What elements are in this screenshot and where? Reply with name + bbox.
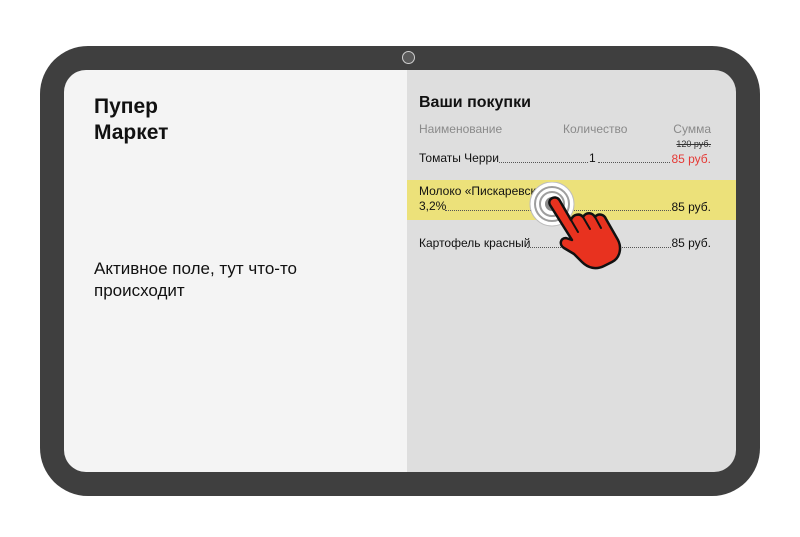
cart-title: Ваши покупки [419, 94, 531, 111]
column-header-name: Наименование [419, 122, 503, 136]
column-header-sum: Сумма [673, 122, 711, 136]
dotted-leader [499, 162, 588, 163]
item-name: Картофель красный [419, 236, 531, 250]
item-qty: 1 [589, 151, 596, 165]
store-title: Пупер Маркет [94, 95, 169, 144]
item-name: Томаты Черри [419, 151, 499, 165]
cart-item-tomatoes[interactable]: Томаты Черри 1 120 руб. 85 руб. [419, 138, 711, 168]
column-header-qty: Количество [563, 122, 628, 136]
camera-icon [402, 51, 415, 64]
item-price: 85 руб. [671, 200, 711, 214]
tablet-frame: Пупер Маркет Активное поле, тут что-то п… [40, 46, 760, 496]
active-field-text: Активное поле, тут что-то происходит [94, 259, 298, 300]
store-panel: Пупер Маркет Активное поле, тут что-то п… [64, 70, 407, 472]
item-price: 85 руб. [671, 152, 711, 166]
item-price: 85 руб. [671, 236, 711, 250]
item-name-line2: 3,2% [419, 199, 447, 213]
dotted-leader [598, 162, 670, 163]
item-old-price: 120 руб. [676, 139, 711, 149]
tap-hand-icon [529, 182, 622, 270]
